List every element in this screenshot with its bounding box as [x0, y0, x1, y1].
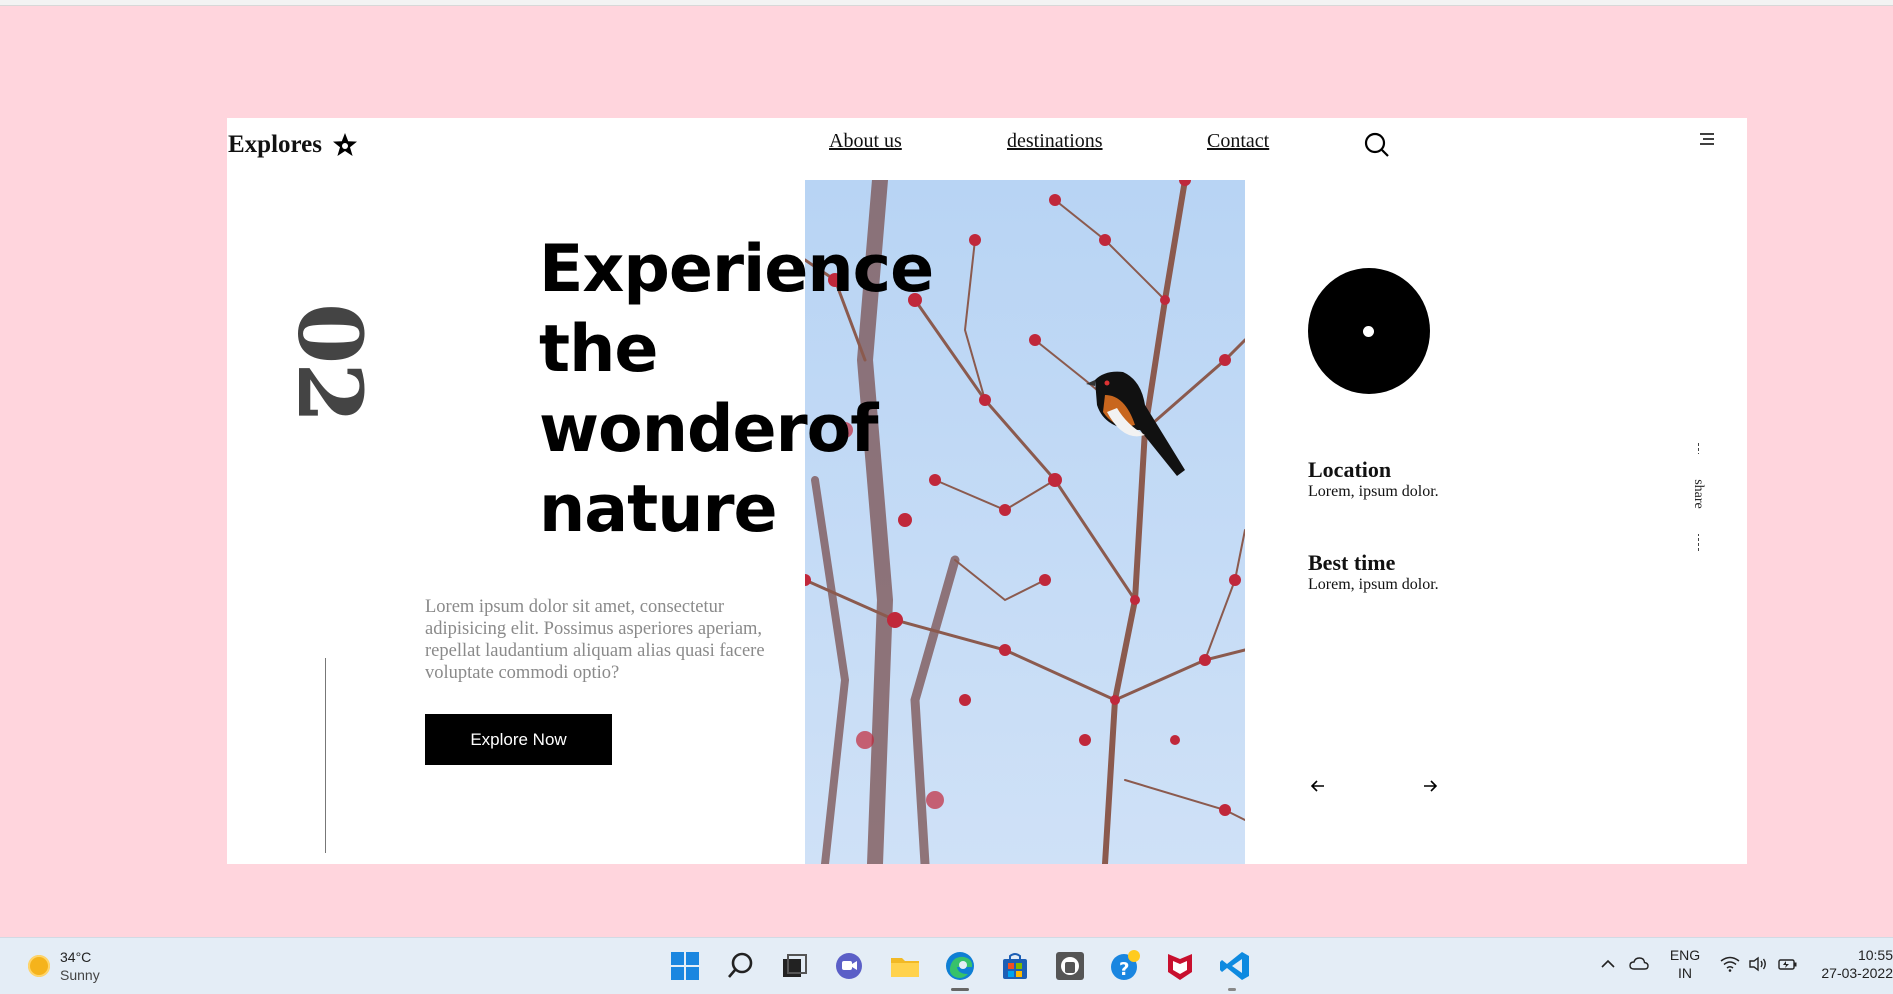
edge-icon[interactable] — [944, 950, 976, 982]
location-info: Location Lorem, ipsum dolor. — [1308, 458, 1439, 502]
active-indicator-edge — [951, 988, 969, 991]
battery-icon[interactable] — [1778, 956, 1798, 977]
best-time-info: Best time Lorem, ipsum dolor. — [1308, 551, 1439, 595]
best-time-title: Best time — [1308, 550, 1396, 575]
headline-line-4: nature — [539, 472, 778, 547]
store-icon[interactable] — [999, 950, 1031, 982]
share-label: share — [1690, 454, 1706, 534]
app-icon[interactable] — [1054, 950, 1086, 982]
vscode-icon[interactable] — [1219, 950, 1251, 982]
sun-icon — [28, 955, 50, 977]
headline-line-3: wonderof — [539, 392, 879, 467]
hero-description: Lorem ipsum dolor sit amet, consectetur … — [425, 597, 765, 683]
language-indicator[interactable]: ENG IN — [1665, 946, 1705, 982]
star-icon — [332, 132, 358, 158]
location-text: Lorem, ipsum dolor. — [1308, 483, 1439, 500]
explore-now-button[interactable]: Explore Now — [425, 714, 612, 765]
windows-start-icon[interactable] — [669, 950, 701, 982]
task-view-icon[interactable] — [779, 950, 811, 982]
mcafee-icon[interactable] — [1164, 950, 1196, 982]
clock[interactable]: 10:55 27-03-2022 — [1813, 946, 1893, 982]
disc-center-dot — [1363, 326, 1374, 337]
chevron-up-icon[interactable] — [1600, 956, 1616, 977]
arrow-right-icon[interactable] — [1422, 778, 1438, 799]
weather-widget[interactable]: 34°C Sunny — [28, 948, 100, 984]
weather-temp: 34°C — [60, 949, 92, 965]
arrow-left-icon[interactable] — [1310, 778, 1326, 799]
slide-number: 02 — [278, 303, 382, 422]
search-icon[interactable] — [725, 950, 757, 982]
best-time-text: Lorem, ipsum dolor. — [1308, 576, 1439, 593]
clock-date: 27-03-2022 — [1821, 965, 1893, 981]
search-icon[interactable] — [1364, 132, 1390, 163]
nav-about-us[interactable]: About us — [829, 130, 902, 153]
chat-icon[interactable] — [833, 950, 865, 982]
clock-time: 10:55 — [1857, 947, 1893, 963]
lang-bottom: IN — [1678, 965, 1692, 981]
hero-card: Explores About us destinations Contact 0… — [227, 118, 1747, 864]
location-title: Location — [1308, 457, 1392, 482]
nav-contact[interactable]: Contact — [1207, 130, 1269, 153]
headline-line-1: Experience — [539, 232, 934, 307]
help-icon[interactable]: ? — [1109, 950, 1141, 982]
hamburger-menu-icon[interactable] — [1699, 132, 1715, 153]
brand-name: Explores — [228, 131, 322, 158]
lang-top: ENG — [1669, 947, 1701, 963]
taskbar: 34°C Sunny ? ENG IN 10:55 27-03-2022 — [0, 937, 1893, 994]
share-link[interactable]: share — [1688, 443, 1708, 551]
brand[interactable]: Explores — [228, 131, 358, 159]
play-disc[interactable] — [1308, 268, 1430, 394]
nav-destinations[interactable]: destinations — [1007, 130, 1103, 153]
browser-top-edge — [0, 0, 1893, 6]
svg-text:?: ? — [1119, 959, 1129, 980]
vertical-divider — [325, 658, 326, 853]
wifi-icon[interactable] — [1720, 956, 1740, 977]
headline-line-2: the — [539, 312, 658, 387]
volume-icon[interactable] — [1748, 956, 1768, 977]
weather-desc: Sunny — [60, 967, 100, 983]
running-indicator-vscode — [1228, 988, 1236, 991]
hero-headline: Experience the wonderof nature — [539, 230, 1099, 550]
cloud-icon[interactable] — [1629, 956, 1649, 977]
file-explorer-icon[interactable] — [889, 950, 921, 982]
